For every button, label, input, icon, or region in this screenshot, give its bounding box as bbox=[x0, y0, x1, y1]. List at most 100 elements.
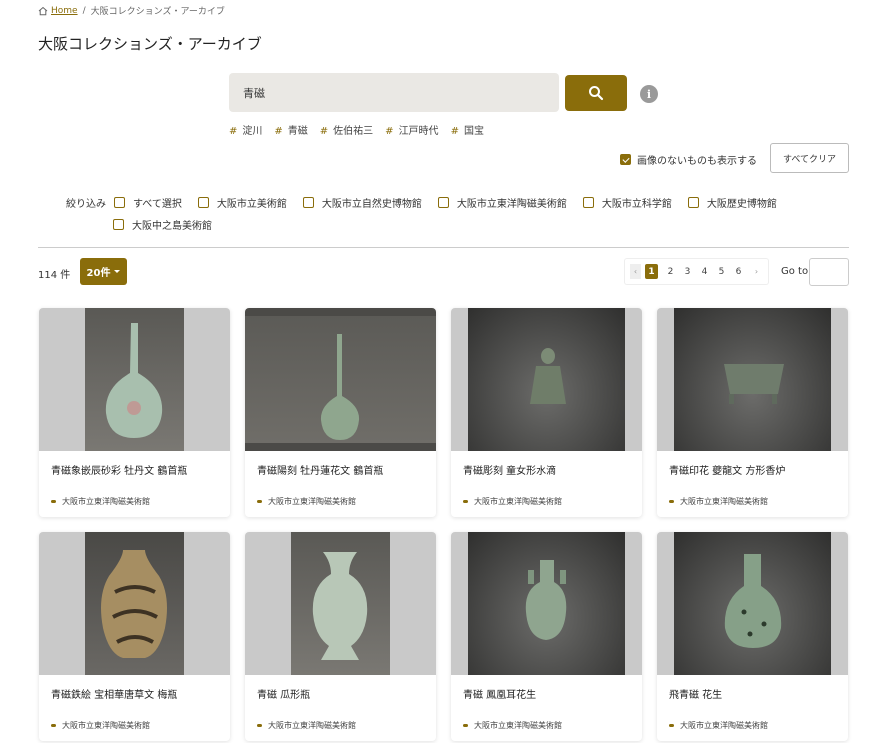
page-button[interactable]: 5 bbox=[713, 264, 730, 279]
show-no-image-checkbox[interactable] bbox=[620, 154, 631, 165]
filter-select-all[interactable]: すべて選択 bbox=[114, 195, 182, 210]
filter-history-museum[interactable]: 大阪歴史博物館 bbox=[687, 195, 777, 210]
filter-label: 絞り込み bbox=[66, 198, 106, 210]
filter-checkbox[interactable] bbox=[114, 196, 125, 208]
next-page-button[interactable]: › bbox=[751, 264, 762, 279]
museum-dot-icon bbox=[463, 500, 468, 503]
per-page-value: 20件 bbox=[86, 268, 111, 279]
card-museum-label: 大阪市立東洋陶磁美術館 bbox=[268, 497, 356, 506]
collection-card[interactable]: 青磁印花 夔龍文 方形香炉 大阪市立東洋陶磁美術館 bbox=[657, 308, 848, 517]
search-button[interactable] bbox=[565, 75, 627, 111]
museum-dot-icon bbox=[669, 500, 674, 503]
filter-option-label: 大阪市立美術館 bbox=[216, 198, 287, 210]
prev-page-button[interactable]: ‹ bbox=[630, 264, 641, 279]
card-museum: 大阪市立東洋陶磁美術館 bbox=[669, 496, 768, 507]
filter-option-label: 大阪市立科学館 bbox=[601, 198, 672, 210]
card-title: 青磁陽刻 牡丹蓮花文 鶴首瓶 bbox=[257, 466, 384, 477]
celadon-vase-image bbox=[291, 532, 390, 675]
museum-dot-icon bbox=[463, 724, 468, 727]
goto-page-input[interactable] bbox=[809, 258, 849, 286]
tag-link[interactable]: # 佐伯祐三 bbox=[320, 122, 373, 137]
show-no-image-label: 画像のないものも表示する bbox=[637, 156, 757, 167]
item-thumbnail bbox=[451, 308, 642, 451]
card-title: 青磁 瓜形瓶 bbox=[257, 690, 311, 701]
filter-natural-history-museum[interactable]: 大阪市立自然史博物館 bbox=[302, 195, 422, 210]
tag-label: 青磁 bbox=[287, 126, 308, 137]
breadcrumb-separator: / bbox=[82, 5, 86, 16]
collection-card[interactable]: 青磁象嵌辰砂彩 牡丹文 鶴首瓶 大阪市立東洋陶磁美術館 bbox=[39, 308, 230, 517]
search-input[interactable]: 青磁 bbox=[229, 73, 559, 112]
item-thumbnail bbox=[245, 532, 436, 675]
filter-checkbox[interactable] bbox=[687, 196, 699, 208]
page-button[interactable]: 4 bbox=[696, 264, 713, 279]
filter-checkbox[interactable] bbox=[113, 219, 124, 230]
card-title: 飛青磁 花生 bbox=[669, 690, 723, 701]
celadon-censer-image bbox=[674, 308, 831, 451]
filter-checkbox[interactable] bbox=[302, 196, 314, 208]
tag-link[interactable]: # 江戸時代 bbox=[385, 122, 438, 137]
tag-hash: # bbox=[385, 126, 394, 137]
filter-checkbox[interactable] bbox=[582, 196, 594, 208]
card-museum-label: 大阪市立東洋陶磁美術館 bbox=[268, 721, 356, 730]
info-icon[interactable]: i bbox=[640, 85, 658, 103]
page-button-current[interactable]: 1 bbox=[645, 264, 658, 279]
card-title: 青磁印花 夔龍文 方形香炉 bbox=[669, 466, 786, 477]
card-museum: 大阪市立東洋陶磁美術館 bbox=[257, 496, 356, 507]
tag-hash: # bbox=[319, 126, 329, 137]
tag-link[interactable]: # 青磁 bbox=[274, 122, 307, 137]
card-museum: 大阪市立東洋陶磁美術館 bbox=[51, 496, 150, 507]
tag-label: 江戸時代 bbox=[398, 126, 439, 137]
per-page-dropdown[interactable]: 20件 bbox=[80, 258, 127, 285]
search-icon bbox=[589, 86, 604, 101]
museum-dot-icon bbox=[51, 724, 56, 727]
card-title: 青磁彫刻 童女形水滴 bbox=[463, 466, 557, 477]
collection-card[interactable]: 青磁 鳳凰耳花生 大阪市立東洋陶磁美術館 bbox=[451, 532, 642, 741]
museum-dot-icon bbox=[257, 500, 262, 503]
tag-link[interactable]: # 淀川 bbox=[229, 122, 262, 137]
tag-label: 佐伯祐三 bbox=[333, 126, 374, 137]
caret-down-icon bbox=[114, 270, 121, 273]
tag-hash: # bbox=[229, 126, 238, 137]
filter-oriental-ceramics-museum[interactable]: 大阪市立東洋陶磁美術館 bbox=[437, 195, 567, 210]
celadon-bottle-image bbox=[85, 308, 184, 451]
breadcrumb-home-link[interactable]: Home bbox=[38, 6, 78, 16]
card-museum: 大阪市立東洋陶磁美術館 bbox=[51, 720, 150, 731]
tag-link[interactable]: # 国宝 bbox=[451, 122, 484, 137]
card-title: 青磁鉄絵 宝相華唐草文 梅瓶 bbox=[51, 690, 178, 701]
celadon-figure-image bbox=[468, 308, 625, 451]
card-museum-label: 大阪市立東洋陶磁美術館 bbox=[680, 721, 768, 730]
page-button[interactable]: 3 bbox=[679, 264, 696, 279]
museum-dot-icon bbox=[257, 724, 262, 727]
collection-card[interactable]: 青磁陽刻 牡丹蓮花文 鶴首瓶 大阪市立東洋陶磁美術館 bbox=[245, 308, 436, 517]
filter-option-label: 大阪市立自然史博物館 bbox=[321, 198, 422, 210]
filter-option-label: 大阪歴史博物館 bbox=[706, 198, 777, 210]
page-button[interactable]: 6 bbox=[730, 264, 747, 279]
card-museum: 大阪市立東洋陶磁美術館 bbox=[463, 720, 562, 731]
museum-dot-icon bbox=[51, 500, 56, 503]
clear-all-button[interactable]: すべてクリア bbox=[770, 143, 849, 173]
home-icon bbox=[38, 6, 48, 15]
filter-nakanoshima-museum[interactable]: 大阪中之島美術館 bbox=[113, 217, 212, 232]
card-museum-label: 大阪市立東洋陶磁美術館 bbox=[62, 497, 150, 506]
filter-osaka-city-museum-of-fine-arts[interactable]: 大阪市立美術館 bbox=[197, 195, 287, 210]
filter-option-label: 大阪市立東洋陶磁美術館 bbox=[456, 198, 567, 210]
divider bbox=[38, 247, 849, 248]
page-button[interactable]: 2 bbox=[662, 264, 679, 279]
goto-label: Go to bbox=[781, 266, 809, 277]
collection-card[interactable]: 飛青磁 花生 大阪市立東洋陶磁美術館 bbox=[657, 532, 848, 741]
collection-card[interactable]: 青磁鉄絵 宝相華唐草文 梅瓶 大阪市立東洋陶磁美術館 bbox=[39, 532, 230, 741]
filter-science-museum[interactable]: 大阪市立科学館 bbox=[582, 195, 672, 210]
filter-checkbox[interactable] bbox=[197, 196, 209, 208]
result-count: 114 件 bbox=[38, 270, 71, 281]
filter-option-label: すべて選択 bbox=[133, 198, 182, 210]
card-museum: 大阪市立東洋陶磁美術館 bbox=[463, 496, 562, 507]
collection-card[interactable]: 青磁 瓜形瓶 大阪市立東洋陶磁美術館 bbox=[245, 532, 436, 741]
keyword-tags: # 淀川 # 青磁 # 佐伯祐三 # 江戸時代 # 国宝 bbox=[229, 122, 484, 137]
item-thumbnail bbox=[657, 308, 848, 451]
filter-checkbox[interactable] bbox=[437, 196, 449, 208]
card-museum-label: 大阪市立東洋陶磁美術館 bbox=[680, 497, 768, 506]
collection-card[interactable]: 青磁彫刻 童女形水滴 大阪市立東洋陶磁美術館 bbox=[451, 308, 642, 517]
show-no-image-toggle[interactable]: 画像のないものも表示する bbox=[620, 152, 757, 167]
celadon-vase-image bbox=[468, 532, 625, 675]
card-museum: 大阪市立東洋陶磁美術館 bbox=[669, 720, 768, 731]
